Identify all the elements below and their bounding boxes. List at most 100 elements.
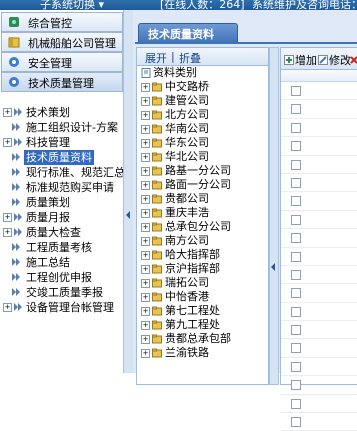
expand-icon[interactable]: + xyxy=(141,125,150,134)
expand-icon[interactable]: + xyxy=(141,251,150,260)
table-row[interactable] xyxy=(281,413,357,431)
expand-icon[interactable]: + xyxy=(141,83,150,92)
row-checkbox[interactable] xyxy=(291,233,301,244)
org-tree-item[interactable]: + 中怡香港 xyxy=(137,290,268,304)
tree-root[interactable]: 资料类别 xyxy=(137,66,268,80)
expand-icon[interactable]: + xyxy=(141,335,150,344)
expand-icon[interactable]: + xyxy=(141,279,150,288)
org-tree-item[interactable]: + 北方公司 xyxy=(137,108,268,122)
org-tree-item[interactable]: + 总承包分公司 xyxy=(137,220,268,234)
table-row[interactable] xyxy=(281,137,357,156)
org-tree-item[interactable]: + 重庆丰浩 xyxy=(137,206,268,220)
tree-item-standards-purchase[interactable]: 标准规范购买申请 xyxy=(0,180,123,195)
expand-all-link[interactable]: 展开 xyxy=(145,50,167,66)
row-checkbox[interactable] xyxy=(291,177,301,188)
table-row[interactable] xyxy=(281,303,357,322)
row-checkbox[interactable] xyxy=(291,417,301,428)
table-row[interactable] xyxy=(281,119,357,138)
row-checkbox[interactable] xyxy=(291,122,301,133)
table-row[interactable] xyxy=(281,321,357,340)
row-checkbox[interactable] xyxy=(291,398,301,409)
table-row[interactable] xyxy=(281,358,357,377)
row-checkbox[interactable] xyxy=(291,288,301,299)
edit-button[interactable]: 修改 xyxy=(318,52,351,68)
org-tree-item[interactable]: + 中交路桥 xyxy=(137,80,268,94)
expand-icon[interactable]: + xyxy=(3,228,12,237)
expand-icon[interactable]: + xyxy=(141,139,150,148)
expand-icon[interactable]: + xyxy=(141,209,150,218)
table-row[interactable] xyxy=(281,284,357,303)
expand-icon[interactable]: + xyxy=(3,138,12,147)
org-tree-item[interactable]: + 第七工程处 xyxy=(137,304,268,318)
expand-icon[interactable]: + xyxy=(3,303,12,312)
table-row[interactable] xyxy=(281,192,357,211)
expand-icon[interactable]: + xyxy=(141,181,150,190)
org-tree-item[interactable]: + 贵都总承包部 xyxy=(137,332,268,346)
collapse-tree-arrow-icon[interactable] xyxy=(271,263,275,271)
table-row[interactable] xyxy=(281,266,357,285)
tree-item-tech-planning[interactable]: + 技术策划 xyxy=(0,105,123,120)
org-tree-item[interactable]: + 兰渝铁路 xyxy=(137,346,268,360)
expand-icon[interactable]: + xyxy=(141,195,150,204)
row-checkbox[interactable] xyxy=(291,196,301,207)
org-tree-item[interactable]: + 瑞拓公司 xyxy=(137,276,268,290)
tree-item-current-standards[interactable]: 现行标准、规范汇总 xyxy=(0,165,125,180)
table-row[interactable] xyxy=(281,339,357,358)
row-checkbox[interactable] xyxy=(291,380,301,391)
tree-item-construction-summary[interactable]: 施工总结 xyxy=(0,255,123,270)
tree-item-construction-design[interactable]: 施工组织设计-方案 xyxy=(0,120,123,135)
tree-item-quality-inspection[interactable]: + 质量大检查 xyxy=(0,225,123,240)
expand-icon[interactable]: + xyxy=(141,111,150,120)
tree-item-completion-quarterly[interactable]: 交竣工质量季报 xyxy=(0,285,123,300)
tree-item-tech-quality-docs[interactable]: 技术质量资料 xyxy=(0,150,123,165)
row-checkbox[interactable] xyxy=(291,251,301,262)
expand-icon[interactable]: + xyxy=(141,153,150,162)
module-machinery-ship[interactable]: 机械船舶公司管理 xyxy=(1,32,123,52)
tree-item-equipment-ledger[interactable]: + 设备管理台帐管理 xyxy=(0,300,123,315)
org-tree-item[interactable]: + 哈大指挥部 xyxy=(137,248,268,262)
row-checkbox[interactable] xyxy=(291,361,301,372)
org-tree-item[interactable]: + 贵都公司 xyxy=(137,192,268,206)
row-checkbox[interactable] xyxy=(291,86,301,96)
org-tree-item[interactable]: + 路面一分公司 xyxy=(137,178,268,192)
delete-button[interactable]: 删 xyxy=(349,52,357,68)
expand-icon[interactable]: + xyxy=(141,321,150,330)
expand-icon[interactable]: + xyxy=(141,265,150,274)
table-row[interactable] xyxy=(281,211,357,230)
org-tree-item[interactable]: + 华东公司 xyxy=(137,136,268,150)
table-row[interactable] xyxy=(281,229,357,248)
add-button[interactable]: 增加 xyxy=(284,52,317,68)
tree-item-quality-planning[interactable]: 质量策划 xyxy=(0,195,123,210)
org-tree-item[interactable]: + 京沪指挥部 xyxy=(137,262,268,276)
left-panel-splitter[interactable] xyxy=(123,10,133,373)
expand-icon[interactable]: + xyxy=(141,97,150,106)
row-checkbox[interactable] xyxy=(291,325,301,336)
table-row[interactable] xyxy=(281,395,357,414)
table-row[interactable] xyxy=(281,248,357,266)
org-tree-item[interactable]: + 建管公司 xyxy=(137,94,268,108)
table-row[interactable] xyxy=(281,156,357,174)
row-checkbox[interactable] xyxy=(291,214,301,225)
org-tree-item[interactable]: + 华南公司 xyxy=(137,122,268,136)
tab-tech-quality-docs[interactable]: 技术质量资料 xyxy=(138,23,238,43)
tree-item-quality-assessment[interactable]: 工程质量考核 xyxy=(0,240,123,255)
org-tree-item[interactable]: + 路基一分公司 xyxy=(137,164,268,178)
module-comprehensive-control[interactable]: 综合管控 xyxy=(1,12,123,32)
module-tech-quality[interactable]: 技术质量管理 xyxy=(1,72,123,92)
tree-item-science-management[interactable]: + 科技管理 xyxy=(0,135,123,150)
expand-icon[interactable]: + xyxy=(141,307,150,316)
org-tree-item[interactable]: + 华北公司 xyxy=(137,150,268,164)
expand-icon[interactable]: + xyxy=(141,293,150,302)
org-tree-item[interactable]: + 南方公司 xyxy=(137,234,268,248)
system-switch-button[interactable]: 子系统切换 ▾ xyxy=(40,0,104,10)
expand-icon[interactable]: + xyxy=(3,108,12,117)
row-checkbox[interactable] xyxy=(291,159,301,170)
row-checkbox[interactable] xyxy=(291,306,301,317)
expand-icon[interactable]: + xyxy=(141,167,150,176)
module-safety[interactable]: 安全管理 xyxy=(1,52,123,72)
table-row[interactable] xyxy=(281,82,357,101)
collapse-left-arrow-icon[interactable] xyxy=(126,211,130,219)
table-row[interactable] xyxy=(281,100,357,119)
expand-icon[interactable]: + xyxy=(141,237,150,246)
expand-icon[interactable]: + xyxy=(141,349,150,358)
